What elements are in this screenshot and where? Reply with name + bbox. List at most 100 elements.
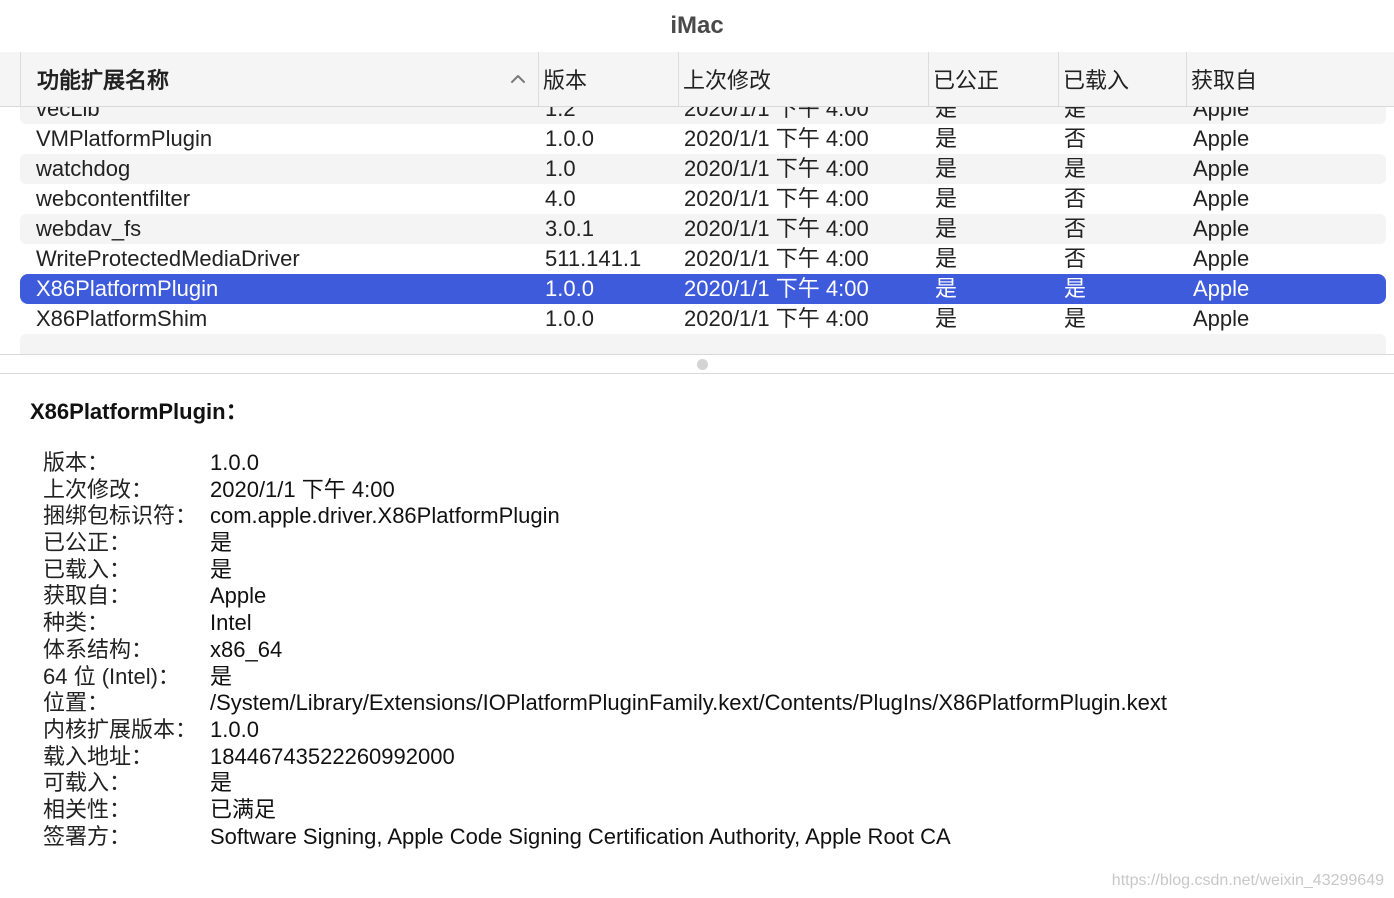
property-value: 2020/1/1 下午 4:00 [210,476,395,502]
cell-loaded: 否 [1064,186,1087,211]
cell-loaded: 是 [1064,107,1087,121]
table-row-empty [20,334,1386,354]
property-label: 捆绑包标识符： [43,503,198,529]
property-row: 64 位 (Intel)： 是 [43,664,1373,691]
table-row[interactable]: vecLib 1.2 2020/1/1 下午 4:00 是 是 Apple [20,107,1386,124]
property-row: 种类： Intel [43,610,1373,637]
title-bar: iMac [0,0,1394,52]
property-row: 签署方： Software Signing, Apple Code Signin… [43,824,1373,851]
cell-loaded: 是 [1064,276,1087,301]
cell-obtained-from: Apple [1193,216,1250,241]
cell-modified: 2020/1/1 下午 4:00 [684,107,869,121]
property-row: 体系结构： x86_64 [43,637,1373,664]
cell-name: vecLib [36,107,100,121]
table-rows: vecLib 1.2 2020/1/1 下午 4:00 是 是 Apple VM… [20,107,1386,354]
cell-loaded: 否 [1064,216,1087,241]
property-row: 捆绑包标识符： com.apple.driver.X86PlatformPlug… [43,503,1373,530]
column-header-notarized-label: 已公正 [933,68,1000,93]
cell-modified: 2020/1/1 下午 4:00 [684,216,869,241]
cell-version: 3.0.1 [545,216,594,241]
column-header-obtained-from[interactable]: 获取自 [1186,52,1376,106]
detail-pane: X86PlatformPlugin： 版本： 1.0.0 上次修改： 2020/… [0,374,1394,898]
column-header-loaded[interactable]: 已载入 [1058,52,1186,106]
table-row[interactable]: VMPlatformPlugin 1.0.0 2020/1/1 下午 4:00 … [20,124,1386,154]
cell-name: X86PlatformPlugin [36,276,219,301]
cell-name: webdav_fs [36,216,142,241]
table-row-selected[interactable]: X86PlatformPlugin 1.0.0 2020/1/1 下午 4:00… [20,274,1386,304]
table-row[interactable]: X86PlatformShim 1.0.0 2020/1/1 下午 4:00 是… [20,304,1386,334]
property-label: 已公正： [43,530,132,556]
cell-obtained-from: Apple [1193,276,1250,301]
cell-notarized: 是 [935,156,958,181]
property-value: 1.0.0 [210,450,259,475]
table-row[interactable]: webdav_fs 3.0.1 2020/1/1 下午 4:00 是 否 App… [20,214,1386,244]
cell-name: VMPlatformPlugin [36,126,213,151]
property-list: 版本： 1.0.0 上次修改： 2020/1/1 下午 4:00 捆绑包标识符：… [43,450,1373,850]
property-label: 位置： [43,690,110,716]
cell-modified: 2020/1/1 下午 4:00 [684,276,869,301]
property-value: 18446743522260992000 [210,743,455,769]
cell-name: WriteProtectedMediaDriver [36,246,300,271]
cell-modified: 2020/1/1 下午 4:00 [684,126,869,151]
column-header-obtained-from-label: 获取自 [1191,68,1258,93]
column-header-version[interactable]: 版本 [538,52,678,106]
property-row: 内核扩展版本： 1.0.0 [43,717,1373,744]
property-value: 是 [210,663,233,689]
column-header-name-label: 功能扩展名称 [37,68,170,93]
detail-title: X86PlatformPlugin： [30,399,248,424]
property-row: 上次修改： 2020/1/1 下午 4:00 [43,477,1373,504]
property-value: x86_64 [210,636,283,662]
column-header-name[interactable]: 功能扩展名称 [20,52,538,106]
cell-version: 1.0.0 [545,276,594,301]
property-value: com.apple.driver.X86PlatformPlugin [210,503,560,529]
cell-notarized: 是 [935,246,958,271]
property-label: 签署方： [43,823,132,849]
property-value: 是 [210,770,233,796]
cell-version: 4.0 [545,186,576,211]
extensions-table[interactable]: vecLib 1.2 2020/1/1 下午 4:00 是 是 Apple VM… [0,107,1394,354]
cell-obtained-from: Apple [1193,186,1250,211]
cell-version: 511.141.1 [545,246,642,271]
column-header-modified[interactable]: 上次修改 [678,52,928,106]
window-title: iMac [670,12,724,39]
cell-name: watchdog [36,156,131,181]
cell-modified: 2020/1/1 下午 4:00 [684,246,869,271]
cell-version: 1.2 [545,107,576,121]
cell-loaded: 否 [1064,246,1087,271]
column-header-notarized[interactable]: 已公正 [928,52,1058,106]
property-label: 相关性： [43,796,132,822]
cell-version: 1.0.0 [545,306,594,331]
property-label: 种类： [43,610,110,636]
property-row: 版本： 1.0.0 [43,450,1373,477]
chevron-up-icon[interactable] [509,70,527,88]
property-row: 相关性： 已满足 [43,797,1373,824]
cell-version: 1.0.0 [545,126,594,151]
cell-modified: 2020/1/1 下午 4:00 [684,156,869,181]
cell-notarized: 是 [935,107,958,121]
cell-obtained-from: Apple [1193,156,1250,181]
divider-handle[interactable] [697,359,708,370]
table-header: 功能扩展名称 版本 上次修改 已公正 已载入 获取自 [0,52,1394,107]
table-row[interactable]: WriteProtectedMediaDriver 511.141.1 2020… [20,244,1386,274]
property-label: 内核扩展版本： [43,716,198,742]
cell-version: 1.0 [545,156,576,181]
cell-notarized: 是 [935,186,958,211]
cell-loaded: 是 [1064,306,1087,331]
cell-notarized: 是 [935,276,958,301]
cell-name: X86PlatformShim [36,306,208,331]
cell-notarized: 是 [935,216,958,241]
table-row[interactable]: webcontentfilter 4.0 2020/1/1 下午 4:00 是 … [20,184,1386,214]
property-row: 位置： /System/Library/Extensions/IOPlatfor… [43,690,1373,717]
cell-loaded: 是 [1064,156,1087,181]
column-header-loaded-label: 已载入 [1063,68,1130,93]
watermark: https://blog.csdn.net/weixin_43299649 [1111,872,1384,889]
property-row: 已载入： 是 [43,557,1373,584]
property-label: 载入地址： [43,743,154,769]
split-view-divider[interactable] [0,354,1394,374]
property-value: /System/Library/Extensions/IOPlatformPlu… [210,690,1167,716]
cell-obtained-from: Apple [1193,126,1250,151]
table-row[interactable]: watchdog 1.0 2020/1/1 下午 4:00 是 是 Apple [20,154,1386,184]
cell-name: webcontentfilter [36,186,191,211]
property-value: 是 [210,530,233,556]
property-label: 64 位 (Intel)： [43,663,180,689]
